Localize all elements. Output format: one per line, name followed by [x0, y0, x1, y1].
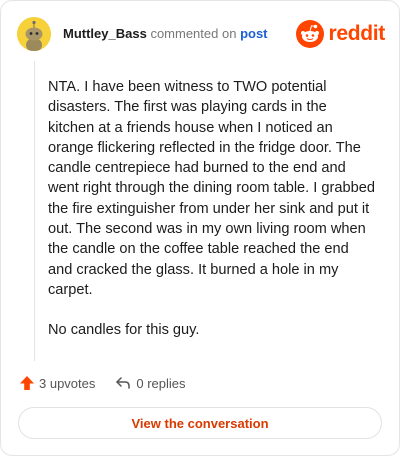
reply-stat[interactable]: 0 replies: [115, 375, 186, 391]
upvote-arrow-icon: [20, 376, 34, 390]
view-conversation-button[interactable]: View the conversation: [18, 407, 382, 439]
comment-paragraph: No candles for this guy.: [48, 322, 200, 339]
upvote-count: 3 upvotes: [39, 375, 96, 391]
reddit-brand[interactable]: reddit: [296, 20, 385, 48]
comment-paragraph: NTA. I have been witness to TWO potentia…: [48, 79, 375, 298]
comment-byline: Muttley_Bass commented on post: [63, 26, 268, 42]
post-link[interactable]: post: [240, 26, 267, 41]
byline-action: commented on: [150, 26, 237, 41]
upvote-stat[interactable]: 3 upvotes: [19, 375, 95, 391]
comment-stats: 3 upvotes 0 replies: [19, 373, 186, 393]
thread-line: [34, 61, 35, 361]
reddit-wordmark: reddit: [328, 22, 385, 45]
comment-body: NTA. I have been witness to TWO potentia…: [48, 77, 376, 361]
reddit-alien-icon: [296, 20, 325, 48]
username-link[interactable]: Muttley_Bass: [63, 26, 147, 41]
snoo-avatar-icon[interactable]: [17, 17, 51, 51]
comment-header: Muttley_Bass commented on post reddit: [17, 17, 385, 51]
reply-arrow-icon: [116, 377, 131, 389]
reply-count: 0 replies: [136, 375, 186, 391]
comment-card: Muttley_Bass commented on post reddit NT…: [0, 0, 400, 456]
